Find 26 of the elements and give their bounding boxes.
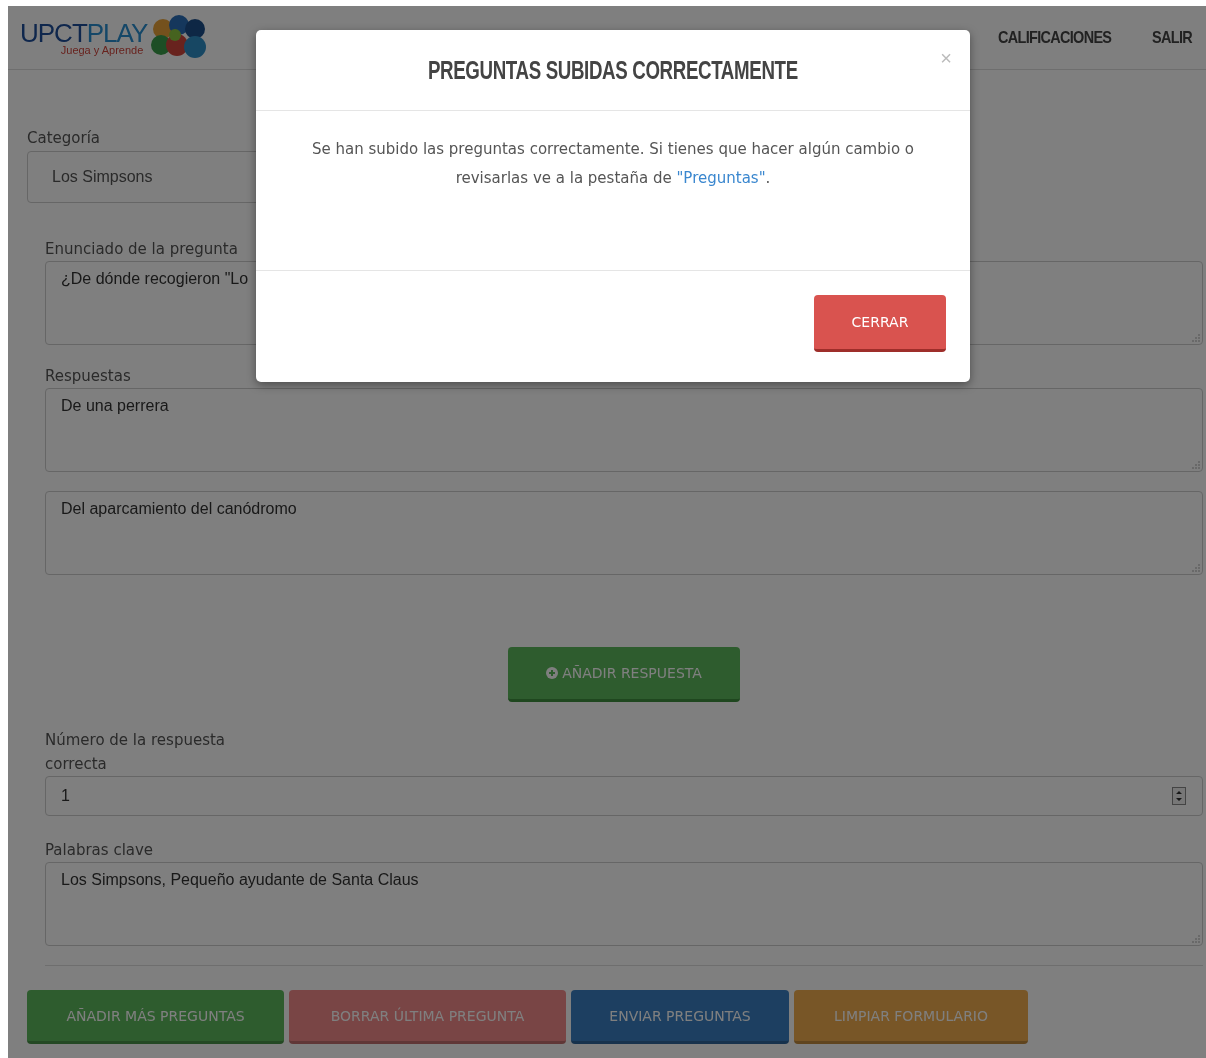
logo-title: UPCTPLAY xyxy=(20,19,148,46)
answer-textarea[interactable]: De una perrera xyxy=(45,388,1203,472)
number-input[interactable]: 1 xyxy=(45,776,1203,816)
nav-link[interactable]: CALIFICACIONES xyxy=(997,27,1111,48)
answer-textarea[interactable]: Del aparcamiento del canódromo xyxy=(45,491,1203,575)
spinner-icon xyxy=(1172,787,1186,805)
plus-circle-icon xyxy=(546,667,559,679)
add-answer-button[interactable]: AÑADIR RESPUESTA xyxy=(508,647,740,702)
nav-link[interactable]: SALIR xyxy=(1152,27,1192,48)
textarea-text: Los Simpsons, Pequeño ayudante de Santa Claus xyxy=(61,871,419,888)
field-label: Número de la respuesta correcta xyxy=(45,730,227,775)
field-label: Enunciado de la pregunta xyxy=(45,239,238,260)
field-label: Respuestas xyxy=(45,366,131,387)
action-button[interactable]: ENVIAR PREGUNTAS xyxy=(571,990,789,1044)
modal-title: PREGUNTAS SUBIDAS CORRECTAMENTE xyxy=(428,54,798,86)
preguntas-link[interactable]: "Preguntas" xyxy=(676,169,766,187)
action-button[interactable]: AÑADIR MÁS PREGUNTAS xyxy=(27,990,284,1044)
field-label: Categoría xyxy=(27,128,100,149)
field-label: Palabras clave xyxy=(45,840,154,861)
textarea-text: De una perrera xyxy=(61,397,169,414)
keywords-textarea[interactable]: Los Simpsons, Pequeño ayudante de Santa Claus xyxy=(45,862,1203,946)
textarea-text: ¿De dónde recogieron "Lo xyxy=(61,270,249,287)
textarea-text: Del aparcamiento del canódromo xyxy=(61,500,297,517)
input-value: 1 xyxy=(61,787,70,805)
close-modal-button[interactable]: CERRAR xyxy=(814,295,946,352)
logo-tagline: Juega y Aprende xyxy=(60,44,144,56)
